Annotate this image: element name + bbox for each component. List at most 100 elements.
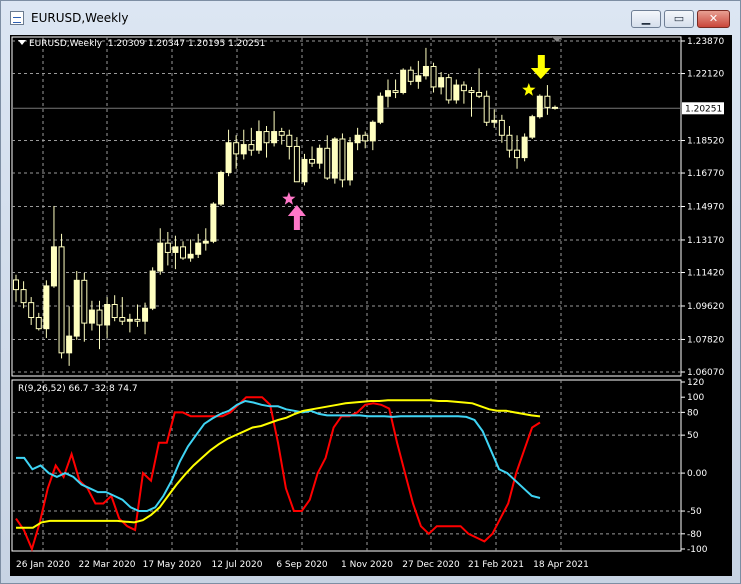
chart-symbol: EURUSD,Weekly	[29, 39, 103, 49]
yellow-star-icon	[522, 83, 536, 96]
candle-body	[195, 242, 202, 255]
candle-body	[552, 106, 558, 109]
yellow-down-arrow-icon	[530, 55, 551, 79]
price-axis-label: 1.13170	[687, 236, 724, 246]
candle-body	[438, 77, 445, 88]
window-title: EURUSD,Weekly	[31, 11, 129, 25]
candle-body	[347, 142, 354, 181]
indicator-axis-label: -50	[687, 507, 702, 517]
candle-body	[104, 303, 111, 326]
chart-canvas[interactable]: 26 Jan 2020 22 Mar 2020 17 May 2020 12 Jul …	[10, 35, 732, 576]
time-axis-label: 26 Jan 2020	[16, 560, 70, 570]
candle-body	[369, 121, 376, 142]
candle-body	[293, 145, 300, 183]
price-axis-label: 1.06070	[687, 368, 724, 378]
candle-body	[225, 142, 232, 173]
candle-body	[157, 242, 164, 272]
indicator-axis-label: 0.00	[687, 469, 707, 479]
indicator-header: R(9,26,52) 66.7 -32.8 74.7	[18, 384, 138, 394]
candle-body	[263, 131, 270, 144]
candle-body	[271, 131, 278, 144]
candle-body	[301, 158, 308, 183]
candle-body	[384, 90, 391, 97]
candle-body	[149, 270, 156, 309]
candle-body	[35, 317, 42, 330]
candle-body	[415, 75, 422, 82]
candle-body	[58, 246, 65, 354]
candle-body	[13, 279, 19, 291]
candle-body	[119, 317, 126, 322]
indicator-series-line-1	[16, 399, 541, 512]
minimize-button[interactable]: ▁	[631, 10, 661, 28]
time-axis-label: 18 Apr 2021	[533, 560, 589, 570]
indicator-axis-label: -80	[687, 530, 702, 540]
indicator-axis-label: 80	[687, 408, 699, 418]
chart-header: EURUSD,Weekly 1.20309 1.20347 1.20195 1.…	[18, 39, 265, 49]
candle-body	[422, 65, 429, 77]
candle-body	[529, 116, 536, 138]
indicator-axis-label: 120	[687, 378, 704, 388]
indicator-axis-label: 50	[687, 431, 699, 441]
triangle-down-icon[interactable]	[18, 40, 26, 45]
candle-body	[407, 69, 414, 82]
candle-body	[248, 144, 255, 151]
indicator-axis-label: 100	[687, 393, 704, 403]
chart-window: EURUSD,Weekly ▁ ▭ ✕ 26 Jan 2020 22 Mar 20…	[0, 0, 741, 584]
title-bar[interactable]: EURUSD,Weekly ▁ ▭ ✕	[1, 1, 740, 35]
time-axis-label: 17 May 2020	[143, 560, 202, 570]
indicator-series-line-2	[16, 399, 541, 529]
close-button[interactable]: ✕	[697, 10, 730, 28]
candle-body	[126, 318, 133, 322]
price-axis-label: 1.23870	[687, 37, 724, 47]
indicator-axis-label: -100	[687, 545, 708, 555]
candle-body	[164, 242, 171, 253]
candle-body	[111, 303, 118, 319]
candle-body	[400, 69, 407, 94]
time-axis-label: 22 Mar 2020	[78, 560, 135, 570]
chart-svg: 26 Jan 2020 22 Mar 2020 17 May 2020 12 Jul …	[11, 36, 724, 570]
candle-body	[544, 95, 551, 108]
candle-body	[240, 144, 247, 155]
candle-body	[202, 240, 209, 244]
price-axis-label: 1.07820	[687, 335, 724, 345]
candle-body	[50, 246, 57, 287]
candle-body	[521, 136, 528, 159]
time-axis-label: 12 Jul 2020	[212, 560, 263, 570]
candle-body	[66, 335, 73, 354]
candle-body	[187, 253, 194, 259]
candle-body	[134, 318, 141, 322]
candle-body	[354, 134, 361, 144]
candle-body	[142, 307, 149, 322]
price-axis-label: 1.22120	[687, 70, 724, 80]
chart-window-icon	[10, 11, 24, 25]
current-price-label: 1.20251	[685, 104, 722, 114]
restore-button[interactable]: ▭	[664, 10, 694, 28]
candle-body	[331, 138, 338, 179]
price-axis-label: 1.18520	[687, 136, 724, 146]
candle-body	[514, 149, 521, 159]
candle-body	[476, 92, 483, 97]
candle-body	[278, 131, 285, 136]
candle-body	[362, 134, 369, 142]
time-axis-label: 27 Dec 2020	[402, 560, 460, 570]
time-axis-label: 21 Feb 2021	[468, 560, 524, 570]
candle-body	[506, 134, 513, 151]
candle-body	[309, 158, 316, 164]
candle-body	[324, 147, 331, 179]
candle-body	[339, 138, 346, 181]
candle-body	[286, 134, 293, 147]
time-axis-label: 1 Nov 2020	[341, 560, 393, 570]
candle-body	[430, 65, 437, 88]
candle-body	[468, 90, 475, 94]
candle-body	[180, 246, 187, 259]
candle-body	[88, 309, 95, 324]
candle-body	[20, 289, 27, 304]
candle-body	[81, 279, 88, 324]
time-axis-label: 6 Sep 2020	[276, 560, 328, 570]
candle-body	[392, 90, 399, 94]
chart-ohlc: 1.20309 1.20347 1.20195 1.20251	[107, 39, 266, 49]
candle-body	[172, 246, 179, 253]
pink-star-icon	[282, 192, 296, 205]
candle-body	[498, 119, 505, 136]
candle-body	[28, 302, 35, 319]
